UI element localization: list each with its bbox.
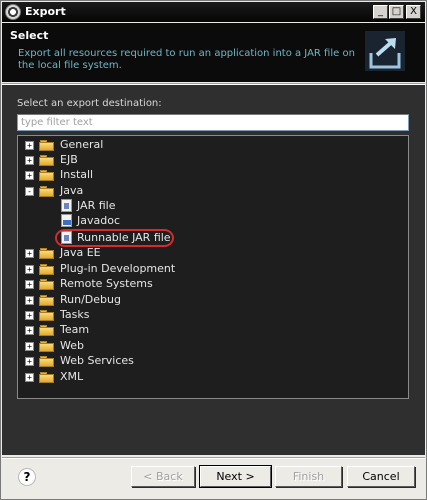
export-dialog: Export _ □ X Select Export all resources…: [0, 0, 427, 500]
expand-toggle[interactable]: +: [25, 171, 34, 180]
folder-icon: [39, 341, 55, 352]
filter-input[interactable]: type filter text: [17, 114, 409, 131]
expand-toggle[interactable]: +: [25, 342, 34, 351]
eclipse-icon: [5, 4, 21, 20]
tree-item-ejb[interactable]: + EJB: [25, 153, 165, 167]
tree-item-general[interactable]: + General: [25, 138, 165, 152]
folder-open-icon: [39, 186, 55, 197]
wizard-page-description: Export all resources required to run an …: [18, 48, 355, 71]
expand-toggle[interactable]: +: [25, 326, 34, 335]
filter-placeholder: type filter text: [21, 117, 93, 128]
help-button[interactable]: ?: [18, 468, 36, 486]
wizard-page-title: Select: [10, 29, 49, 42]
tree-item-plug-in-development[interactable]: + Plug-in Development: [25, 262, 225, 276]
expand-toggle[interactable]: +: [25, 265, 34, 274]
folder-icon: [39, 279, 55, 290]
folder-icon: [39, 310, 55, 321]
folder-icon: [39, 372, 55, 383]
expand-toggle[interactable]: +: [25, 249, 34, 258]
folder-icon: [39, 170, 55, 181]
close-button[interactable]: X: [406, 5, 421, 19]
cancel-button[interactable]: Cancel: [347, 466, 415, 487]
export-wizard-icon: [365, 31, 405, 71]
title-bar[interactable]: Export _ □ X: [2, 2, 425, 22]
back-button[interactable]: < Back: [131, 466, 195, 487]
finish-button[interactable]: Finish: [275, 466, 342, 487]
tree-item-web-services[interactable]: + Web Services: [25, 354, 205, 368]
folder-icon: [39, 155, 55, 166]
collapse-toggle[interactable]: -: [25, 187, 34, 196]
folder-icon: [39, 264, 55, 275]
minimize-button[interactable]: _: [373, 5, 388, 19]
folder-icon: [39, 248, 55, 259]
expand-toggle[interactable]: +: [25, 141, 34, 150]
maximize-button[interactable]: □: [389, 5, 404, 19]
tree-item-install[interactable]: + Install: [25, 168, 165, 182]
folder-icon: [39, 140, 55, 151]
tree-item-java-ee[interactable]: + Java EE: [25, 246, 165, 260]
expand-toggle[interactable]: +: [25, 280, 34, 289]
tree-item-web[interactable]: + Web: [25, 339, 165, 353]
expand-toggle[interactable]: +: [25, 311, 34, 320]
footer-separator: [2, 457, 425, 459]
tree-item-tasks[interactable]: + Tasks: [25, 308, 165, 322]
folder-icon: [39, 356, 55, 367]
tree-item-jar-file[interactable]: JAR file: [61, 199, 181, 213]
destination-label: Select an export destination:: [17, 98, 162, 109]
expand-toggle[interactable]: +: [25, 373, 34, 382]
selection-highlight-ring: [55, 229, 174, 247]
tree-item-team[interactable]: + Team: [25, 323, 165, 337]
expand-toggle[interactable]: +: [25, 357, 34, 366]
tree-item-run-debug[interactable]: + Run/Debug: [25, 293, 185, 307]
tree-item-xml[interactable]: + XML: [25, 370, 165, 384]
wizard-banner: Select Export all resources required to …: [2, 23, 425, 82]
folder-icon: [39, 295, 55, 306]
window-title: Export: [25, 5, 66, 18]
expand-toggle[interactable]: +: [25, 156, 34, 165]
expand-toggle[interactable]: +: [25, 296, 34, 305]
jar-file-icon: [61, 199, 72, 212]
javadoc-icon: [61, 214, 72, 227]
folder-icon: [39, 325, 55, 336]
tree-item-remote-systems[interactable]: + Remote Systems: [25, 277, 225, 291]
tree-item-java[interactable]: - Java: [25, 184, 165, 198]
tree-item-javadoc[interactable]: Javadoc: [61, 214, 181, 228]
next-button[interactable]: Next >: [199, 465, 272, 488]
